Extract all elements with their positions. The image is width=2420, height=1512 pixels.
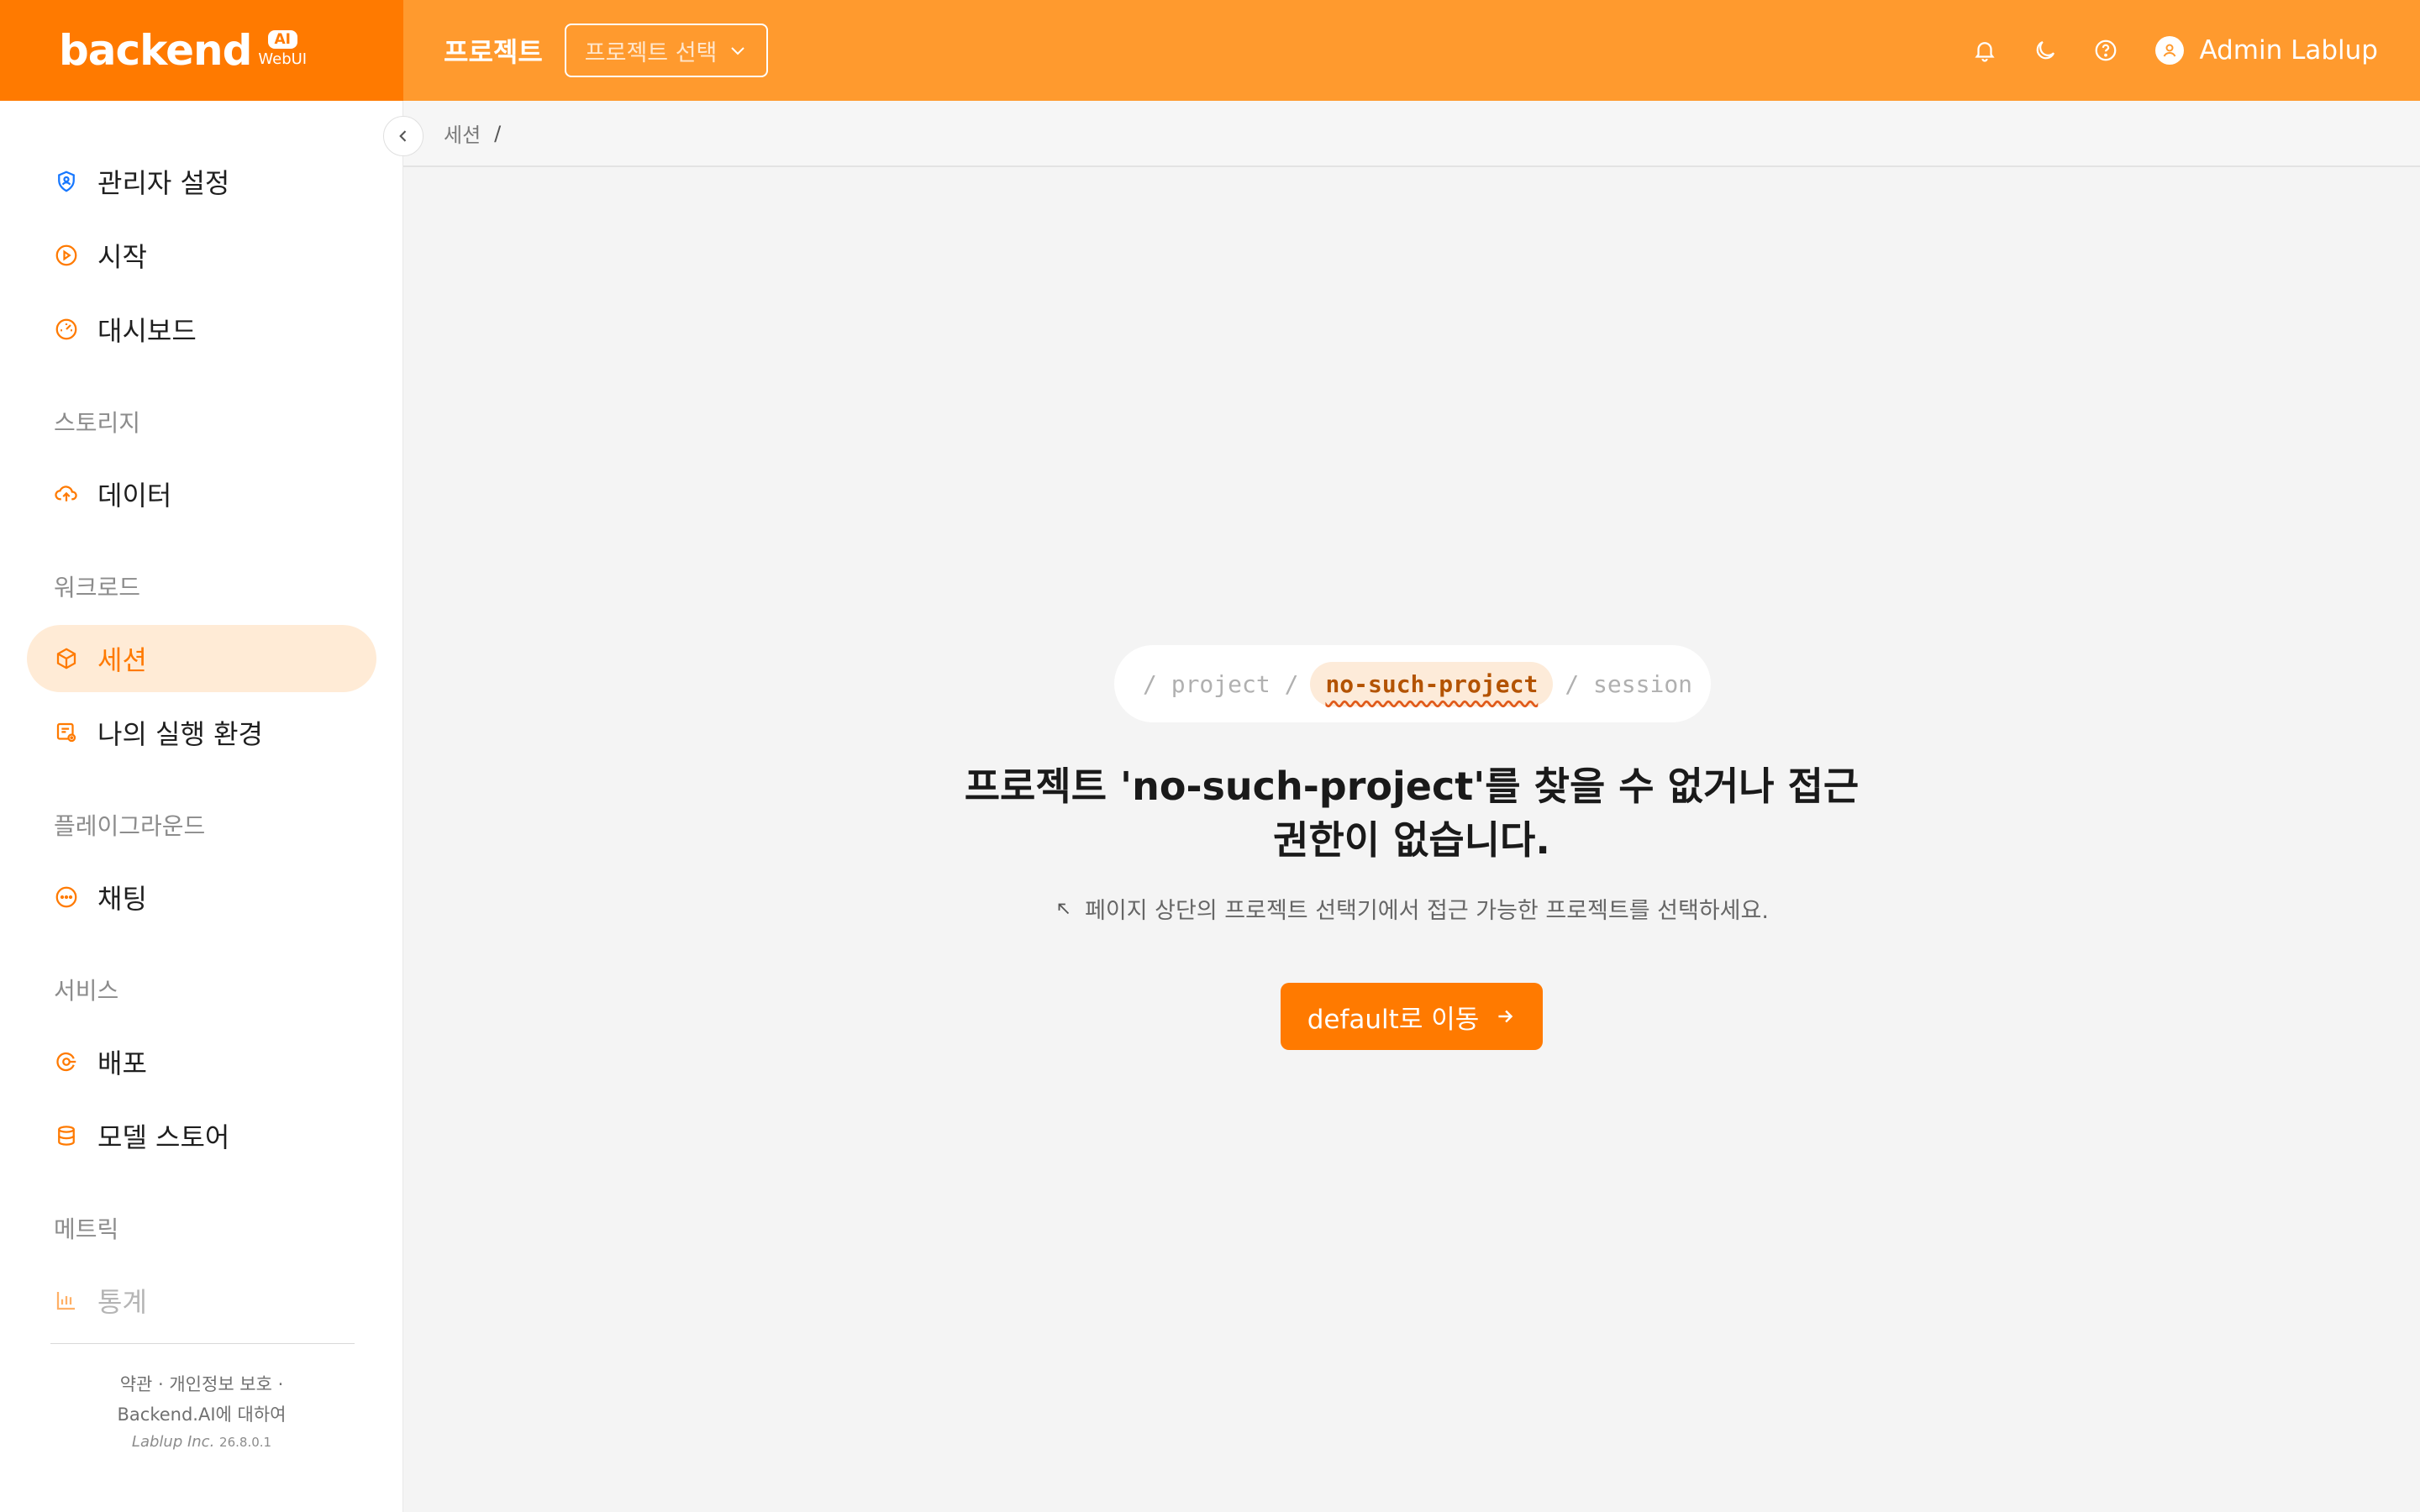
chevron-down-icon	[731, 47, 744, 55]
sidebar-item-data[interactable]: 데이터	[27, 460, 376, 528]
sidebar-item-session[interactable]: 세션	[27, 625, 376, 692]
sidebar-group-service: 서비스	[54, 977, 119, 1005]
sidebar-footer-links: 약관 · 개인정보 보호 · Backend.AI에 대하여	[0, 1369, 403, 1430]
footer-terms-privacy[interactable]: 약관 · 개인정보 보호 ·	[0, 1369, 403, 1399]
footer-version: 26.8.0.1	[219, 1435, 272, 1450]
sidebar-footer-version: Lablup Inc. 26.8.0.1	[0, 1433, 403, 1451]
avatar	[2155, 36, 2185, 65]
sidebar-item-deploy[interactable]: 배포	[27, 1028, 376, 1095]
database-icon	[58, 1126, 75, 1146]
project-select[interactable]: 프로젝트 선택	[564, 24, 768, 77]
breadcrumb-item-session[interactable]: 세션	[444, 118, 481, 148]
play-circle-icon	[55, 244, 77, 266]
sidebar-item-label: 세션	[97, 644, 147, 676]
chat-icon	[55, 886, 77, 908]
path-suffix: / session	[1565, 669, 1693, 698]
cube-icon	[56, 648, 76, 669]
dashboard-icon	[55, 318, 77, 340]
sidebar-item-label: 데이터	[97, 480, 172, 512]
sidebar-item-start[interactable]: 시작	[27, 222, 376, 289]
path-highlight: no-such-project	[1310, 661, 1554, 706]
go-to-default-button[interactable]: default로 이동	[1281, 983, 1543, 1050]
sidebar-item-label: 모델 스토어	[97, 1121, 230, 1153]
logo[interactable]: backend AI WebUI	[0, 0, 403, 101]
breadcrumb: 세션 /	[403, 101, 2420, 167]
shield-user-icon	[58, 171, 75, 192]
logo-webui: WebUI	[258, 50, 308, 68]
sidebar-item-label: 배포	[97, 1047, 147, 1079]
cloud-upload-icon	[55, 486, 77, 501]
user-menu[interactable]: Admin Lablup	[2155, 35, 2378, 66]
sidebar-group-storage: 스토리지	[54, 409, 141, 437]
sidebar-item-admin-settings[interactable]: 관리자 설정	[27, 148, 376, 215]
deploy-icon	[56, 1052, 76, 1072]
arrow-up-left-icon	[1058, 903, 1070, 914]
sidebar-item-label: 시작	[97, 241, 147, 273]
sidebar-item-label: 나의 실행 환경	[97, 718, 263, 750]
breadcrumb-separator: /	[494, 121, 502, 145]
logo-ai-badge: AI	[267, 29, 297, 49]
sidebar-item-my-environments[interactable]: 나의 실행 환경	[27, 699, 376, 766]
logo-text: backend	[59, 26, 252, 75]
sidebar-item-label: 관리자 설정	[97, 167, 230, 199]
path-display: / project / no-such-project / session	[1114, 645, 1711, 722]
notification-button[interactable]	[1970, 36, 1999, 65]
sidebar-item-statistics[interactable]: 통계	[27, 1267, 376, 1334]
chevron-left-icon	[399, 130, 407, 142]
sidebar-collapse-button[interactable]	[383, 116, 424, 156]
theme-toggle-button[interactable]	[2031, 36, 2060, 65]
top-header: backend AI WebUI 프로젝트 프로젝트 선택 Admin Labl…	[0, 0, 2420, 101]
arrow-right-icon	[1498, 1010, 1513, 1023]
sidebar-group-playground: 플레이그라운드	[54, 812, 206, 840]
sidebar-item-label: 통계	[97, 1286, 147, 1318]
environment-icon	[56, 722, 76, 743]
bar-chart-icon	[56, 1292, 75, 1310]
sidebar-item-label: 채팅	[97, 883, 147, 915]
footer-company: Lablup Inc.	[131, 1433, 215, 1451]
error-title: 프로젝트 'no-such-project'를 찾을 수 없거나 접근 권한이 …	[964, 764, 1860, 863]
header-title: 프로젝트	[444, 36, 543, 68]
project-select-placeholder: 프로젝트 선택	[584, 39, 718, 66]
user-name: Admin Lablup	[2199, 35, 2378, 66]
sidebar-item-chat[interactable]: 채팅	[27, 864, 376, 931]
help-button[interactable]	[2091, 36, 2120, 65]
moon-icon	[2037, 40, 2055, 60]
sidebar-item-model-store[interactable]: 모델 스토어	[27, 1102, 376, 1169]
sidebar-group-workload: 워크로드	[54, 574, 141, 601]
help-icon	[2096, 39, 2117, 61]
sidebar-group-metrics: 메트릭	[54, 1215, 119, 1243]
sidebar-divider	[50, 1343, 355, 1344]
sidebar: 관리자 설정 시작 대시보드 스토리지 데이터 워크로드 세션 나의 실행 환경…	[0, 101, 403, 1512]
sidebar-item-dashboard[interactable]: 대시보드	[27, 296, 376, 363]
bell-icon	[1975, 42, 1996, 62]
footer-about[interactable]: Backend.AI에 대하여	[0, 1399, 403, 1430]
user-icon	[2164, 44, 2176, 57]
sidebar-item-label: 대시보드	[97, 315, 197, 347]
hint-text: 페이지 상단의 프로젝트 선택기에서 접근 가능한 프로젝트를 선택하세요.	[908, 892, 1916, 925]
path-prefix: / project /	[1143, 669, 1299, 698]
